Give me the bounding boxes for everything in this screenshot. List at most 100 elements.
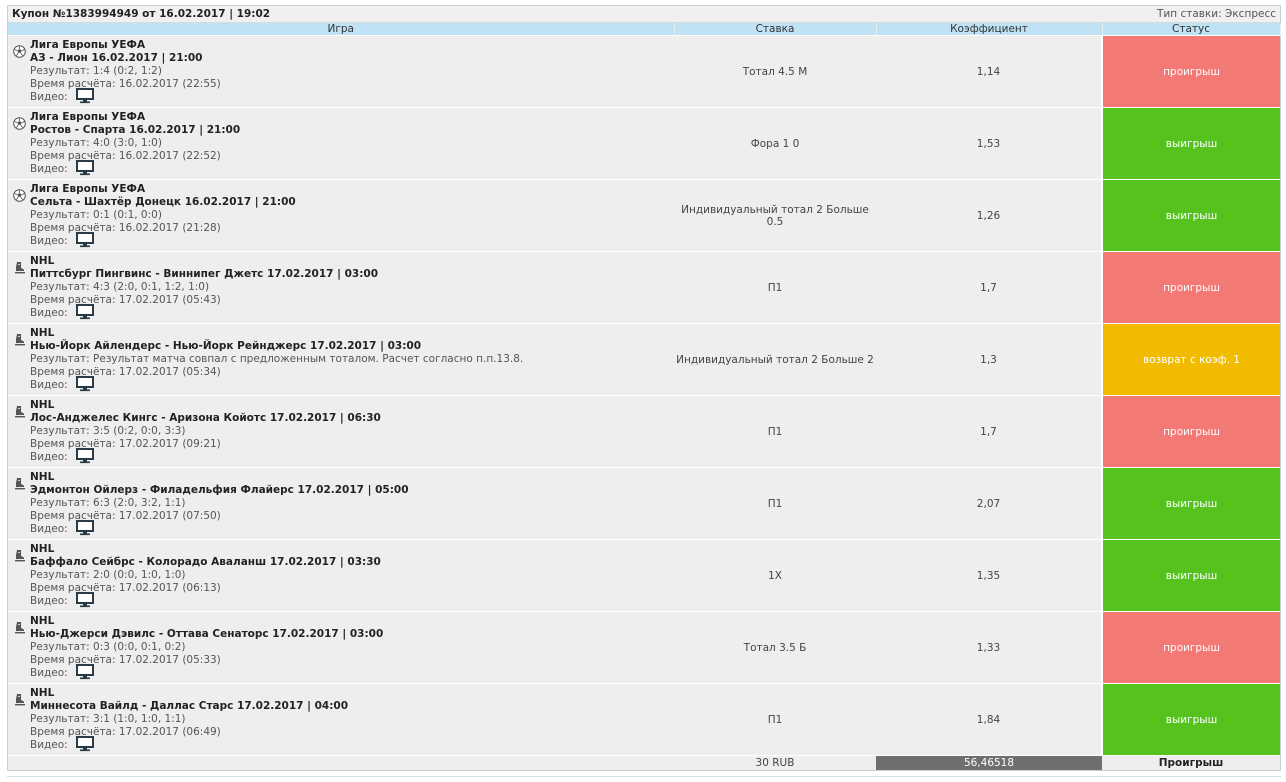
match-result: Результат: 0:1 (0:1, 0:0): [30, 208, 162, 221]
soccer-ball-icon: [13, 188, 26, 202]
hockey-skate-icon: [13, 333, 26, 346]
video-label: Видео:: [30, 91, 68, 103]
game-cell: NHL Баффало Сейбрс - Колорадо Аваланш 17.…: [8, 539, 674, 612]
league-name: NHL: [30, 254, 55, 267]
league-name: NHL: [30, 326, 55, 339]
status-badge: выигрыш: [1101, 107, 1280, 180]
totals-spacer: [8, 755, 674, 770]
match-title[interactable]: Нью-Йорк Айлендерс - Нью-Йорк Рейнджерс …: [30, 340, 674, 353]
game-cell: Лига Европы УЕФА Сельта - Шахтёр Донецк 1…: [8, 179, 674, 252]
match-title[interactable]: Лос-Анджелес Кингс - Аризона Койотс 17.0…: [30, 412, 674, 425]
hockey-skate-icon: [13, 621, 26, 634]
monitor-icon[interactable]: [68, 519, 94, 540]
calc-time: Время расчёта: 17.02.2017 (06:13): [30, 581, 221, 594]
coef-cell: 1,84: [876, 683, 1102, 756]
video-label: Видео:: [30, 595, 68, 607]
table-row: Лига Европы УЕФА Сельта - Шахтёр Донецк 1…: [8, 179, 1280, 252]
league-name: NHL: [30, 398, 55, 411]
video-label: Видео:: [30, 451, 68, 463]
bet-cell: П1: [674, 683, 876, 756]
game-cell: NHL Питтсбург Пингвинс - Виннипег Джетс 1…: [8, 251, 674, 324]
coef-cell: 1,33: [876, 611, 1102, 684]
video-label: Видео:: [30, 235, 68, 247]
coupon-title: Купон №1383994949 от 16.02.2017 | 19:02: [12, 8, 271, 20]
hockey-skate-icon: [13, 405, 26, 418]
hockey-skate-icon: [13, 549, 26, 562]
match-title[interactable]: АЗ - Лион 16.02.2017 | 21:00: [30, 52, 674, 65]
game-cell: NHL Миннесота Вайлд - Даллас Старс 17.02.…: [8, 683, 674, 756]
monitor-icon[interactable]: [68, 375, 94, 396]
coef-cell: 1,7: [876, 251, 1102, 324]
match-title[interactable]: Эдмонтон Ойлерз - Филадельфия Флайерс 17…: [30, 484, 674, 497]
match-result: Результат: 0:3 (0:0, 0:1, 0:2): [30, 640, 186, 653]
match-result: Результат: 2:0 (0:0, 1:0, 1:0): [30, 568, 186, 581]
match-result: Результат: 4:0 (3:0, 1:0): [30, 136, 162, 149]
bet-cell: Индивидуальный тотал 2 Больше 2: [674, 323, 876, 396]
status-badge: проигрыш: [1101, 251, 1280, 324]
col-stake: Ставка: [674, 23, 877, 36]
coef-cell: 1,26: [876, 179, 1102, 252]
match-result: Результат: 6:3 (2:0, 3:2, 1:1): [30, 496, 186, 509]
monitor-icon[interactable]: [68, 735, 94, 756]
match-title[interactable]: Питтсбург Пингвинс - Виннипег Джетс 17.0…: [30, 268, 674, 281]
calc-time: Время расчёта: 16.02.2017 (21:28): [30, 221, 221, 234]
match-title[interactable]: Ростов - Спарта 16.02.2017 | 21:00: [30, 124, 674, 137]
coef-cell: 2,07: [876, 467, 1102, 540]
match-title[interactable]: Баффало Сейбрс - Колорадо Аваланш 17.02.…: [30, 556, 674, 569]
monitor-icon[interactable]: [68, 231, 94, 252]
coef-cell: 1,35: [876, 539, 1102, 612]
match-title[interactable]: Нью-Джерси Дэвилс - Оттава Сенаторс 17.0…: [30, 628, 674, 641]
table-row: NHL Баффало Сейбрс - Колорадо Аваланш 17.…: [8, 539, 1280, 612]
game-cell: Лига Европы УЕФА Ростов - Спарта 16.02.20…: [8, 107, 674, 180]
match-result: Результат: 4:3 (2:0, 0:1, 1:2, 1:0): [30, 280, 210, 293]
monitor-icon[interactable]: [68, 303, 94, 324]
monitor-icon[interactable]: [68, 591, 94, 612]
bet-cell: П1: [674, 251, 876, 324]
status-badge: выигрыш: [1101, 683, 1280, 756]
divider: [7, 776, 1281, 777]
status-badge: проигрыш: [1101, 35, 1280, 108]
game-cell: Лига Европы УЕФА АЗ - Лион 16.02.2017 | 2…: [8, 35, 674, 108]
video-line: Видео:: [30, 375, 674, 396]
video-label: Видео:: [30, 379, 68, 391]
bet-cell: П1: [674, 467, 876, 540]
league-name: Лига Европы УЕФА: [30, 110, 146, 123]
monitor-icon[interactable]: [68, 159, 94, 180]
coef-cell: 1,53: [876, 107, 1102, 180]
bet-cell: 1X: [674, 539, 876, 612]
video-label: Видео:: [30, 307, 68, 319]
monitor-icon[interactable]: [68, 447, 94, 468]
league-name: NHL: [30, 542, 55, 555]
game-cell: NHL Лос-Анджелес Кингс - Аризона Койотс 1…: [8, 395, 674, 468]
video-line: Видео:: [30, 231, 674, 252]
video-line: Видео:: [30, 591, 674, 612]
status-badge: выигрыш: [1101, 179, 1280, 252]
league-name: Лига Европы УЕФА: [30, 182, 146, 195]
league-name: Лига Европы УЕФА: [30, 38, 146, 51]
hockey-skate-icon: [13, 693, 26, 706]
bet-cell: Индивидуальный тотал 2 Больше 0.5: [674, 179, 876, 252]
game-cell: NHL Эдмонтон Ойлерз - Филадельфия Флайерс…: [8, 467, 674, 540]
status-badge: выигрыш: [1101, 467, 1280, 540]
table-row: NHL Миннесота Вайлд - Даллас Старс 17.02.…: [8, 683, 1280, 756]
status-badge: возврат с коэф. 1: [1101, 323, 1280, 396]
table-row: NHL Эдмонтон Ойлерз - Филадельфия Флайерс…: [8, 467, 1280, 540]
bet-cell: Тотал 3.5 Б: [674, 611, 876, 684]
monitor-icon[interactable]: [68, 87, 94, 108]
coef-cell: 1,14: [876, 35, 1102, 108]
table-header-row: Игра Ставка Коэффициент Статус: [8, 23, 1281, 36]
match-title[interactable]: Миннесота Вайлд - Даллас Старс 17.02.201…: [30, 700, 674, 713]
soccer-ball-icon: [13, 116, 26, 130]
calc-time: Время расчёта: 17.02.2017 (07:50): [30, 509, 221, 522]
calc-time: Время расчёта: 17.02.2017 (05:43): [30, 293, 221, 306]
match-title[interactable]: Сельта - Шахтёр Донецк 16.02.2017 | 21:0…: [30, 196, 674, 209]
coef-cell: 1,3: [876, 323, 1102, 396]
video-label: Видео:: [30, 667, 68, 679]
table-row: NHL Нью-Йорк Айлендерс - Нью-Йорк Рейндже…: [8, 323, 1280, 396]
calc-time: Время расчёта: 17.02.2017 (06:49): [30, 725, 221, 738]
league-name: NHL: [30, 614, 55, 627]
monitor-icon[interactable]: [68, 663, 94, 684]
video-line: Видео:: [30, 663, 674, 684]
calc-time: Время расчёта: 16.02.2017 (22:52): [30, 149, 221, 162]
bet-type: Тип ставки: Экспресс: [1157, 8, 1276, 20]
